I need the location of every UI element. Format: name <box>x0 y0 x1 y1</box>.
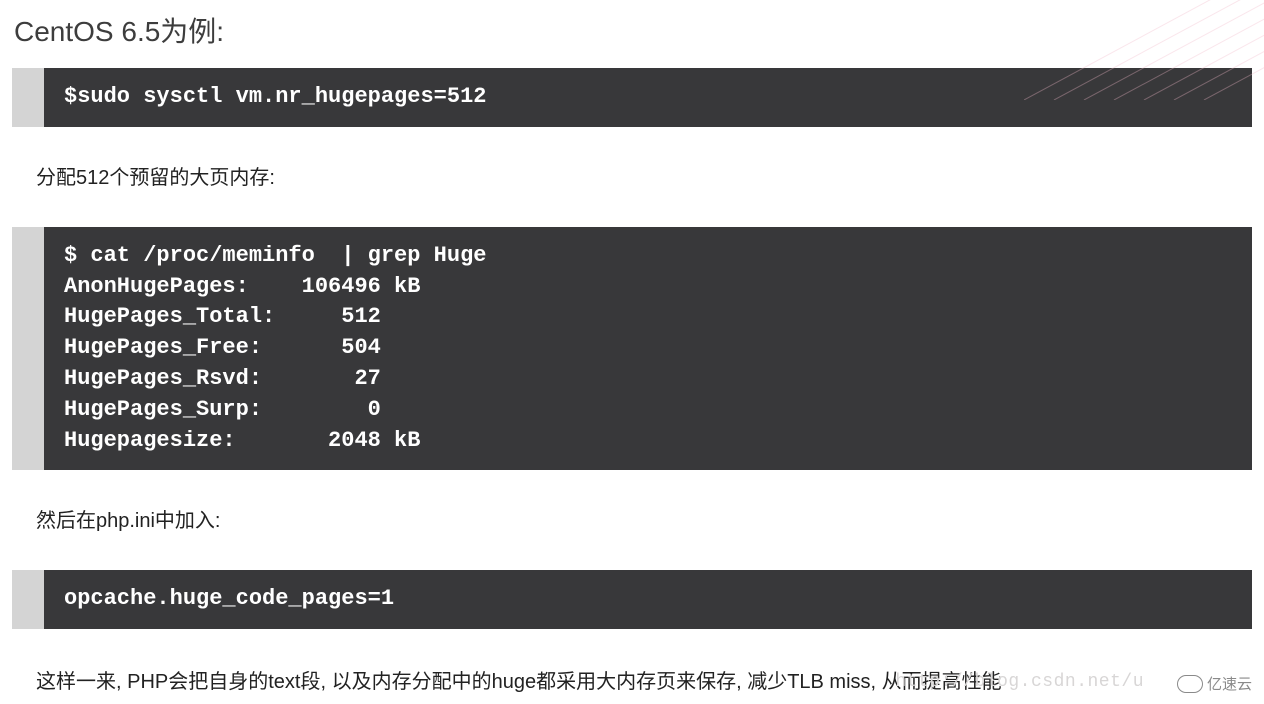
paragraph-phpini: 然后在php.ini中加入: <box>0 506 1264 536</box>
code-block-opcache: opcache.huge_code_pages=1 <box>12 570 1252 629</box>
paragraph-conclusion: 这样一来, PHP会把自身的text段, 以及内存分配中的huge都采用大内存页… <box>0 667 1264 697</box>
code-block-meminfo: $ cat /proc/meminfo | grep Huge AnonHuge… <box>12 227 1252 471</box>
paragraph-allocate: 分配512个预留的大页内存: <box>0 163 1264 193</box>
code-block-sysctl: $sudo sysctl vm.nr_hugepages=512 <box>12 68 1252 127</box>
watermark-brand-text: 亿速云 <box>1207 673 1252 694</box>
watermark-brand-logo: 亿速云 <box>1177 673 1252 694</box>
cloud-icon <box>1177 675 1203 693</box>
section-heading: CentOS 6.5为例: <box>0 0 1264 68</box>
